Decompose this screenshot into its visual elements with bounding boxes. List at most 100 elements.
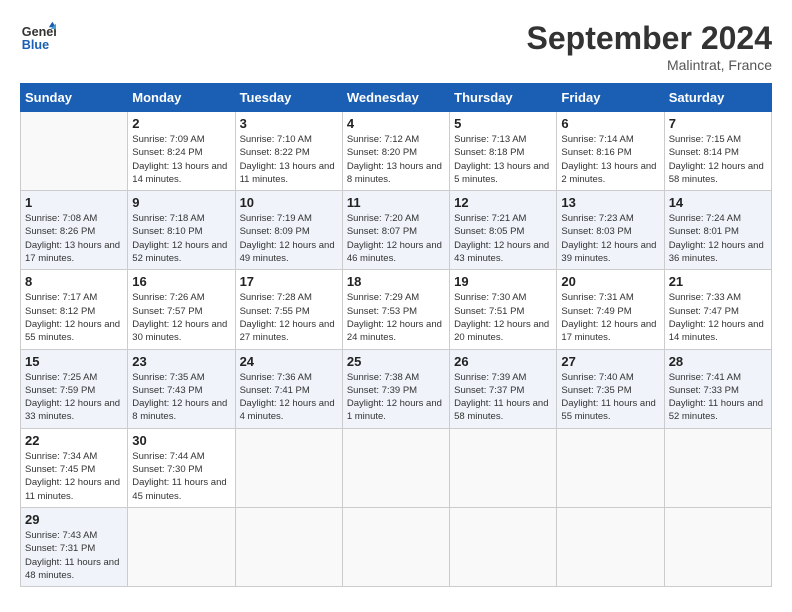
day-number: 1 — [25, 195, 123, 210]
calendar-cell: 11Sunrise: 7:20 AMSunset: 8:07 PMDayligh… — [342, 191, 449, 270]
day-number: 20 — [561, 274, 659, 289]
calendar-cell: 24Sunrise: 7:36 AMSunset: 7:41 PMDayligh… — [235, 349, 342, 428]
weekday-header-monday: Monday — [128, 84, 235, 112]
day-detail: Sunrise: 7:40 AMSunset: 7:35 PMDaylight:… — [561, 371, 659, 424]
day-number: 3 — [240, 116, 338, 131]
calendar-cell — [557, 428, 664, 507]
day-number: 13 — [561, 195, 659, 210]
calendar-cell — [450, 507, 557, 586]
calendar-cell: 18 Sunrise: 7:29 AMSunset: 7:53 PMDayligh… — [342, 270, 449, 349]
calendar-cell: 29Sunrise: 7:43 AMSunset: 7:31 PMDayligh… — [21, 507, 128, 586]
calendar-week-4: 15Sunrise: 7:25 AMSunset: 7:59 PMDayligh… — [21, 349, 772, 428]
calendar-cell — [342, 507, 449, 586]
calendar-cell — [342, 428, 449, 507]
calendar-week-1: 2 Sunrise: 7:09 AMSunset: 8:24 PMDaylight… — [21, 112, 772, 191]
calendar-week-3: 8 Sunrise: 7:17 AMSunset: 8:12 PMDaylight… — [21, 270, 772, 349]
calendar-cell: 25 Sunrise: 7:38 AMSunset: 7:39 PMDayligh… — [342, 349, 449, 428]
calendar-cell: 22Sunrise: 7:34 AMSunset: 7:45 PMDayligh… — [21, 428, 128, 507]
weekday-header-wednesday: Wednesday — [342, 84, 449, 112]
day-number: 23 — [132, 354, 230, 369]
day-number: 5 — [454, 116, 552, 131]
calendar-cell: 13Sunrise: 7:23 AMSunset: 8:03 PMDayligh… — [557, 191, 664, 270]
weekday-header-friday: Friday — [557, 84, 664, 112]
day-detail: Sunrise: 7:44 AMSunset: 7:30 PMDaylight:… — [132, 450, 230, 503]
day-detail: Sunrise: 7:17 AMSunset: 8:12 PMDaylight:… — [25, 291, 123, 344]
calendar-week-5: 22Sunrise: 7:34 AMSunset: 7:45 PMDayligh… — [21, 428, 772, 507]
weekday-header-row: SundayMondayTuesdayWednesdayThursdayFrid… — [21, 84, 772, 112]
calendar-cell — [557, 507, 664, 586]
calendar-cell: 2 Sunrise: 7:09 AMSunset: 8:24 PMDaylight… — [128, 112, 235, 191]
location: Malintrat, France — [527, 57, 772, 73]
calendar-cell: 6 Sunrise: 7:14 AMSunset: 8:16 PMDaylight… — [557, 112, 664, 191]
calendar-cell: 15Sunrise: 7:25 AMSunset: 7:59 PMDayligh… — [21, 349, 128, 428]
calendar-cell: 1 Sunrise: 7:08 AMSunset: 8:26 PMDaylight… — [21, 191, 128, 270]
day-number: 29 — [25, 512, 123, 527]
day-detail: Sunrise: 7:10 AMSunset: 8:22 PMDaylight:… — [240, 133, 338, 186]
day-detail: Sunrise: 7:18 AMSunset: 8:10 PMDaylight:… — [132, 212, 230, 265]
day-number: 28 — [669, 354, 767, 369]
day-detail: Sunrise: 7:08 AMSunset: 8:26 PMDaylight:… — [25, 212, 123, 265]
day-detail: Sunrise: 7:29 AMSunset: 7:53 PMDaylight:… — [347, 291, 445, 344]
day-detail: Sunrise: 7:38 AMSunset: 7:39 PMDaylight:… — [347, 371, 445, 424]
calendar-cell — [450, 428, 557, 507]
calendar-cell: 5 Sunrise: 7:13 AMSunset: 8:18 PMDaylight… — [450, 112, 557, 191]
calendar-cell: 23 Sunrise: 7:35 AMSunset: 7:43 PMDayligh… — [128, 349, 235, 428]
day-detail: Sunrise: 7:41 AMSunset: 7:33 PMDaylight:… — [669, 371, 767, 424]
calendar-cell: 17 Sunrise: 7:28 AMSunset: 7:55 PMDayligh… — [235, 270, 342, 349]
calendar-cell: 7 Sunrise: 7:15 AMSunset: 8:14 PMDaylight… — [664, 112, 771, 191]
calendar-cell: 12Sunrise: 7:21 AMSunset: 8:05 PMDayligh… — [450, 191, 557, 270]
day-number: 21 — [669, 274, 767, 289]
day-detail: Sunrise: 7:19 AMSunset: 8:09 PMDaylight:… — [240, 212, 338, 265]
calendar-week-6: 29Sunrise: 7:43 AMSunset: 7:31 PMDayligh… — [21, 507, 772, 586]
day-number: 2 — [132, 116, 230, 131]
day-detail: Sunrise: 7:14 AMSunset: 8:16 PMDaylight:… — [561, 133, 659, 186]
day-detail: Sunrise: 7:35 AMSunset: 7:43 PMDaylight:… — [132, 371, 230, 424]
day-detail: Sunrise: 7:25 AMSunset: 7:59 PMDaylight:… — [25, 371, 123, 424]
day-number: 14 — [669, 195, 767, 210]
day-detail: Sunrise: 7:28 AMSunset: 7:55 PMDaylight:… — [240, 291, 338, 344]
day-detail: Sunrise: 7:33 AMSunset: 7:47 PMDaylight:… — [669, 291, 767, 344]
day-number: 22 — [25, 433, 123, 448]
logo: General Blue — [20, 20, 56, 56]
day-detail: Sunrise: 7:13 AMSunset: 8:18 PMDaylight:… — [454, 133, 552, 186]
page-header: General Blue September 2024 Malintrat, F… — [20, 20, 772, 73]
calendar-cell: 27Sunrise: 7:40 AMSunset: 7:35 PMDayligh… — [557, 349, 664, 428]
calendar-cell: 8 Sunrise: 7:17 AMSunset: 8:12 PMDaylight… — [21, 270, 128, 349]
calendar-cell: 28 Sunrise: 7:41 AMSunset: 7:33 PMDayligh… — [664, 349, 771, 428]
calendar-cell: 10 Sunrise: 7:19 AMSunset: 8:09 PMDayligh… — [235, 191, 342, 270]
day-detail: Sunrise: 7:09 AMSunset: 8:24 PMDaylight:… — [132, 133, 230, 186]
calendar-week-2: 1 Sunrise: 7:08 AMSunset: 8:26 PMDaylight… — [21, 191, 772, 270]
calendar-cell — [21, 112, 128, 191]
day-number: 6 — [561, 116, 659, 131]
day-number: 25 — [347, 354, 445, 369]
month-title: September 2024 — [527, 20, 772, 57]
calendar-cell: 21 Sunrise: 7:33 AMSunset: 7:47 PMDayligh… — [664, 270, 771, 349]
day-detail: Sunrise: 7:15 AMSunset: 8:14 PMDaylight:… — [669, 133, 767, 186]
day-detail: Sunrise: 7:39 AMSunset: 7:37 PMDaylight:… — [454, 371, 552, 424]
day-detail: Sunrise: 7:12 AMSunset: 8:20 PMDaylight:… — [347, 133, 445, 186]
day-number: 19 — [454, 274, 552, 289]
calendar-table: SundayMondayTuesdayWednesdayThursdayFrid… — [20, 83, 772, 587]
day-detail: Sunrise: 7:26 AMSunset: 7:57 PMDaylight:… — [132, 291, 230, 344]
weekday-header-sunday: Sunday — [21, 84, 128, 112]
calendar-cell: 19 Sunrise: 7:30 AMSunset: 7:51 PMDayligh… — [450, 270, 557, 349]
day-number: 24 — [240, 354, 338, 369]
day-number: 8 — [25, 274, 123, 289]
calendar-cell — [128, 507, 235, 586]
day-detail: Sunrise: 7:20 AMSunset: 8:07 PMDaylight:… — [347, 212, 445, 265]
weekday-header-tuesday: Tuesday — [235, 84, 342, 112]
title-block: September 2024 Malintrat, France — [527, 20, 772, 73]
calendar-cell — [664, 507, 771, 586]
day-detail: Sunrise: 7:31 AMSunset: 7:49 PMDaylight:… — [561, 291, 659, 344]
calendar-cell: 30Sunrise: 7:44 AMSunset: 7:30 PMDayligh… — [128, 428, 235, 507]
day-number: 26 — [454, 354, 552, 369]
weekday-header-thursday: Thursday — [450, 84, 557, 112]
day-number: 18 — [347, 274, 445, 289]
day-number: 7 — [669, 116, 767, 131]
calendar-cell: 16Sunrise: 7:26 AMSunset: 7:57 PMDayligh… — [128, 270, 235, 349]
day-number: 10 — [240, 195, 338, 210]
day-number: 17 — [240, 274, 338, 289]
day-detail: Sunrise: 7:30 AMSunset: 7:51 PMDaylight:… — [454, 291, 552, 344]
day-detail: Sunrise: 7:24 AMSunset: 8:01 PMDaylight:… — [669, 212, 767, 265]
logo-icon: General Blue — [20, 20, 56, 56]
